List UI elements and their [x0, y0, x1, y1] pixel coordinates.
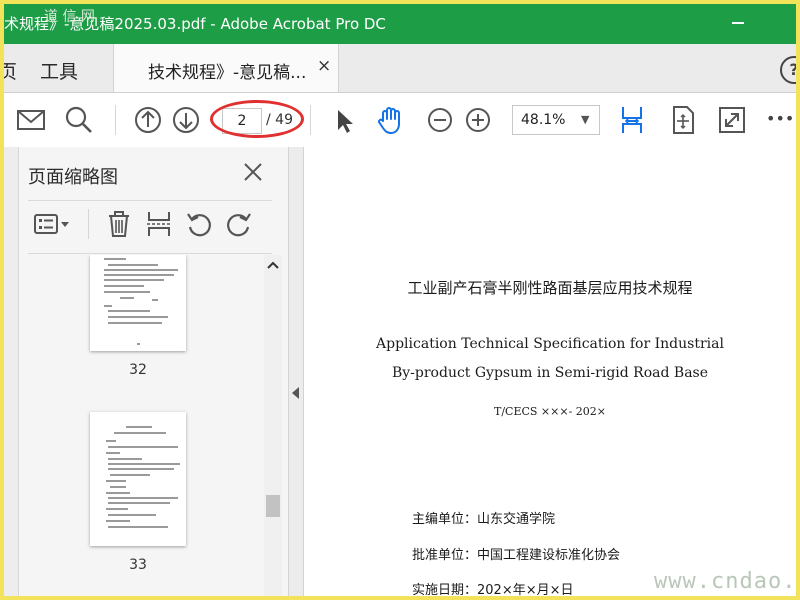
scrollbar-thumb[interactable] — [266, 495, 280, 517]
title-bar: 术规程》-意见稿2025.03.pdf - Adobe Acrobat Pro … — [4, 4, 796, 44]
thumbnail-panel: 页面缩略图 32 33 — [4, 147, 288, 596]
collapse-panel-icon[interactable] — [292, 387, 299, 399]
select-cursor-icon[interactable] — [326, 103, 360, 137]
search-icon[interactable] — [62, 103, 96, 137]
hand-tool-icon[interactable] — [374, 103, 408, 137]
app-window: 术规程》-意见稿2025.03.pdf - Adobe Acrobat Pro … — [4, 4, 796, 596]
doc-code: T/CECS ×××- 202× — [493, 405, 606, 418]
tab-bar: 页 工具 技术规程》-意见稿... × ? — [4, 44, 796, 93]
doc-approver: 批准单位：中国工程建设标准化协会 — [412, 548, 621, 563]
panel-divider — [28, 200, 272, 201]
zoom-in-icon[interactable] — [461, 103, 495, 137]
page-thumbnail-32[interactable] — [90, 255, 186, 351]
doc-title-en-1: Application Technical Specification for … — [376, 336, 724, 352]
close-tab-icon[interactable]: × — [317, 56, 331, 76]
delete-icon[interactable] — [104, 209, 134, 239]
document-tab-label: 技术规程》-意见稿... — [148, 63, 307, 83]
doc-title-cn: 工业副产石膏半刚性路面基层应用技术规程 — [407, 279, 693, 297]
thumbnail-page-number: 33 — [129, 557, 147, 573]
rotate-left-icon[interactable] — [184, 209, 214, 239]
left-nav-strip — [4, 147, 19, 596]
zoom-value: 48.1% — [521, 112, 566, 128]
thumbnail-options-icon[interactable] — [32, 209, 72, 239]
rotate-right-icon[interactable] — [224, 209, 254, 239]
chevron-down-icon: ▼ — [581, 113, 590, 126]
thumbnail-scrollbar[interactable] — [264, 255, 282, 596]
watermark-top: 道 信 网 — [44, 9, 95, 25]
extract-pages-icon[interactable] — [144, 209, 174, 239]
thumbnail-list: 32 33 — [18, 255, 264, 596]
document-tab[interactable]: 技术规程》-意见稿... × — [113, 44, 339, 92]
doc-editor: 主编单位：山东交通学院 — [412, 512, 556, 527]
next-page-icon[interactable] — [169, 103, 203, 137]
zoom-out-icon[interactable] — [423, 103, 457, 137]
email-icon[interactable] — [14, 103, 48, 137]
doc-date: 实施日期：202×年×月×日 — [412, 583, 574, 596]
full-screen-icon[interactable] — [715, 103, 749, 137]
fit-width-icon[interactable] — [615, 103, 649, 137]
doc-title-en-2: By-product Gypsum in Semi-rigid Road Bas… — [391, 365, 709, 381]
watermark: www.cndao.com — [654, 569, 796, 594]
thumbnail-page-number: 32 — [129, 362, 147, 378]
toolbar-separator — [115, 105, 116, 135]
minimize-button[interactable] — [732, 22, 744, 24]
scroll-up-icon[interactable] — [267, 261, 279, 269]
fit-page-icon[interactable] — [666, 103, 700, 137]
toolbar: / 49 48.1% ▼ ••• — [4, 93, 796, 148]
document-view: 工业副产石膏半刚性路面基层应用技术规程 Application Technica… — [304, 147, 796, 596]
page-thumbnail-33[interactable] — [90, 412, 186, 546]
tab-tools[interactable]: 工具 — [40, 57, 78, 84]
panel-splitter[interactable] — [288, 147, 304, 596]
tab-home[interactable]: 页 — [4, 57, 17, 84]
zoom-dropdown[interactable]: 48.1% ▼ — [512, 105, 600, 135]
more-tools-icon[interactable]: ••• — [766, 109, 796, 143]
panel-divider — [28, 253, 272, 254]
toolbar-separator — [310, 105, 311, 135]
red-annotation-circle — [210, 100, 304, 138]
previous-page-icon[interactable] — [131, 103, 165, 137]
panel-separator — [88, 209, 89, 239]
panel-title: 页面缩略图 — [28, 167, 118, 188]
help-icon[interactable]: ? — [780, 56, 796, 84]
close-panel-icon[interactable] — [238, 157, 268, 187]
